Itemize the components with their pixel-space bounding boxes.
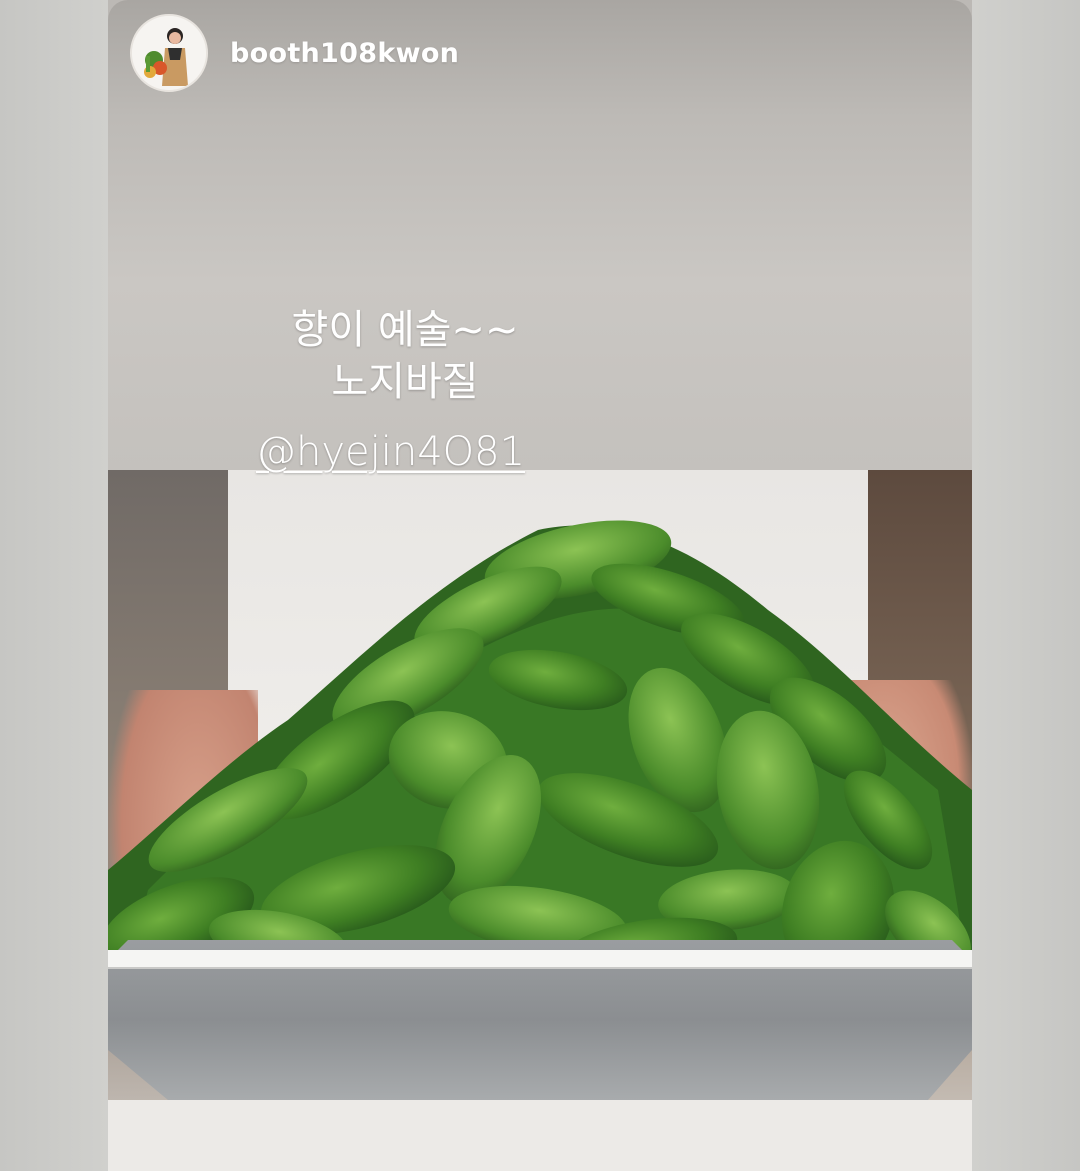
screen: booth108kwon 향이 예술~~ 노지바질 @hyejin4O81 xyxy=(0,0,1080,1171)
mention-tag[interactable]: @hyejin4O81 xyxy=(256,426,525,478)
caption-line-1: 향이 예술~~ xyxy=(291,307,519,353)
metal-tray xyxy=(108,940,972,1171)
story-header: booth108kwon xyxy=(130,14,459,92)
profile-avatar-icon[interactable] xyxy=(130,14,208,92)
story-caption: 향이 예술~~ 노지바질 xyxy=(228,304,582,408)
story-photo xyxy=(108,470,972,1171)
basil-leaves xyxy=(108,520,972,990)
caption-line-2: 노지바질 xyxy=(331,359,479,405)
story-viewer[interactable]: booth108kwon 향이 예술~~ 노지바질 @hyejin4O81 xyxy=(108,0,972,1171)
story-username[interactable]: booth108kwon xyxy=(230,38,459,69)
